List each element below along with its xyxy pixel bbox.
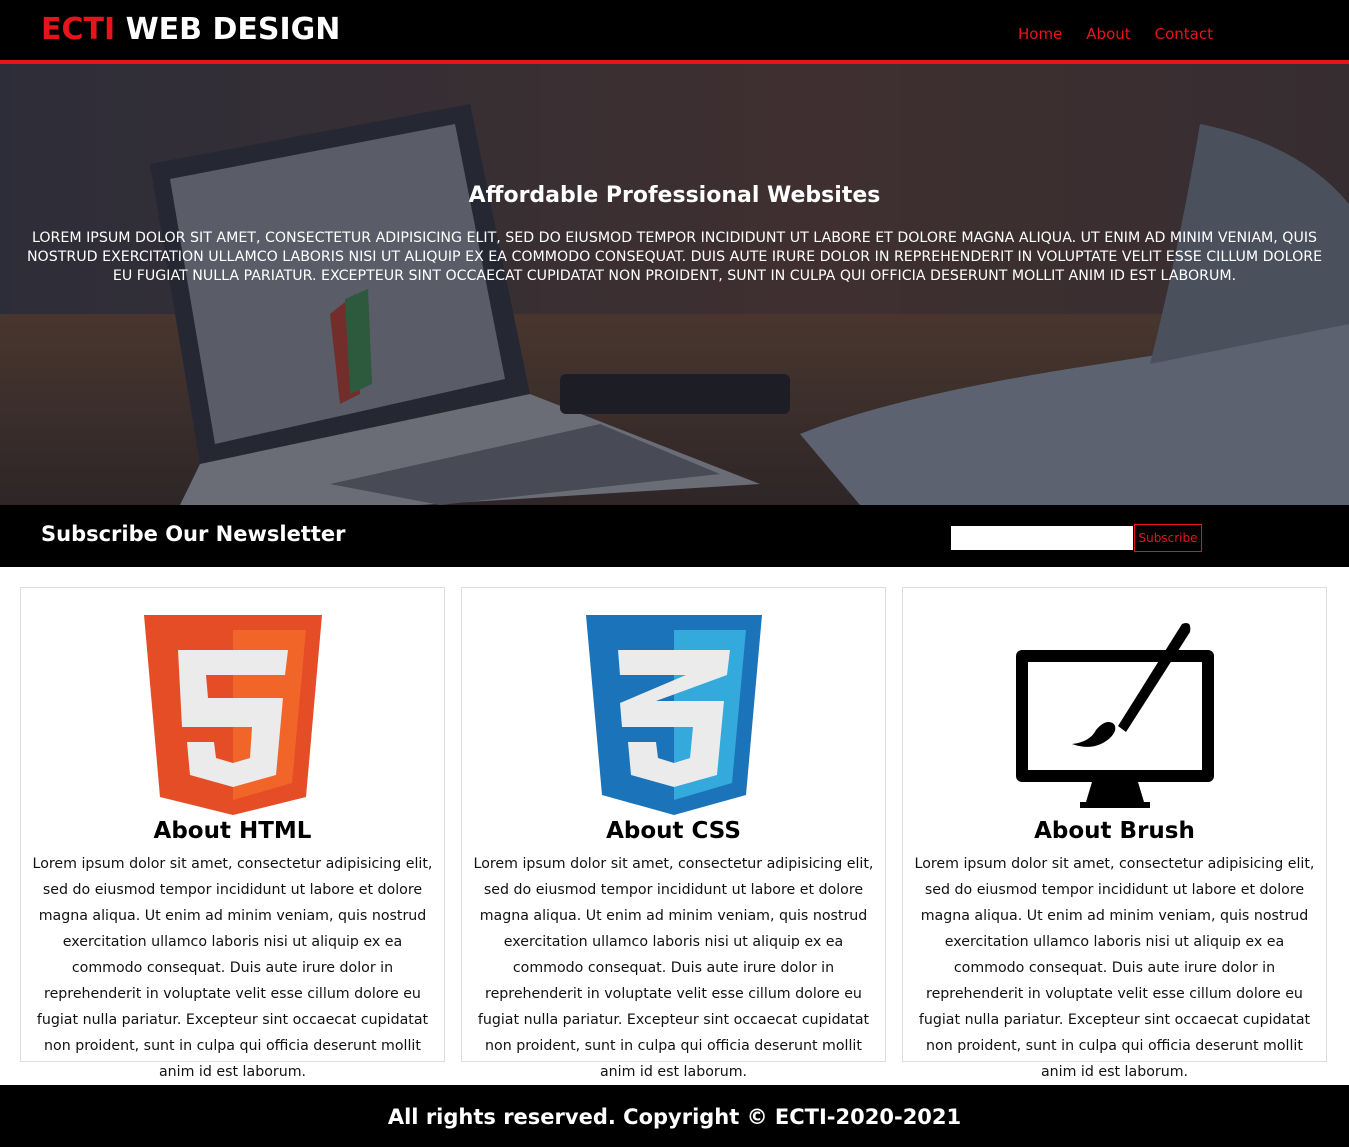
nav-home-link[interactable]: Home: [1018, 25, 1062, 43]
css3-icon: [585, 615, 762, 815]
box-css: About CSS Lorem ipsum dolor sit amet, co…: [461, 587, 886, 1080]
box-title: About Brush: [1034, 818, 1195, 844]
box-title: About CSS: [606, 818, 741, 844]
logo-text: WEB DESIGN: [115, 12, 341, 47]
box-text: Lorem ipsum dolor sit amet, consectetur …: [914, 856, 1315, 1080]
newsletter-email-input[interactable]: [951, 526, 1133, 550]
site-header: ECTI WEB DESIGN Home About Contact: [0, 0, 1349, 64]
logo-highlight: ECTI: [41, 12, 116, 47]
html5-icon: [143, 615, 322, 815]
hero-description: Lorem ipsum dolor sit amet, consectetur …: [26, 230, 1323, 285]
hero-banner: Affordable Professional Websites Lorem i…: [0, 64, 1349, 505]
newsletter-title: Subscribe Our Newsletter: [41, 522, 346, 546]
box-brush: About Brush Lorem ipsum dolor sit amet, …: [902, 587, 1327, 1080]
subscribe-button[interactable]: Subscribe: [1134, 524, 1202, 552]
box-text: Lorem ipsum dolor sit amet, consectetur …: [32, 856, 433, 1080]
nav-about-link[interactable]: About: [1086, 25, 1130, 43]
box-title: About HTML: [153, 818, 312, 844]
monitor-brush-icon: [1015, 623, 1214, 808]
box-html: About HTML Lorem ipsum dolor sit amet, c…: [20, 587, 445, 1080]
nav-contact-link[interactable]: Contact: [1155, 25, 1213, 43]
hero-title: Affordable Professional Websites: [468, 182, 881, 208]
site-footer: All rights reserved. Copyright © ECTI-20…: [0, 1085, 1349, 1147]
main-nav: Home About Contact: [1018, 25, 1213, 43]
site-logo[interactable]: ECTI WEB DESIGN: [41, 12, 340, 47]
feature-boxes: About HTML Lorem ipsum dolor sit amet, c…: [0, 567, 1349, 1085]
newsletter-bar: Subscribe Our Newsletter Subscribe: [0, 505, 1349, 567]
box-text: Lorem ipsum dolor sit amet, consectetur …: [473, 856, 874, 1080]
footer-copyright: All rights reserved. Copyright © ECTI-20…: [387, 1105, 962, 1129]
